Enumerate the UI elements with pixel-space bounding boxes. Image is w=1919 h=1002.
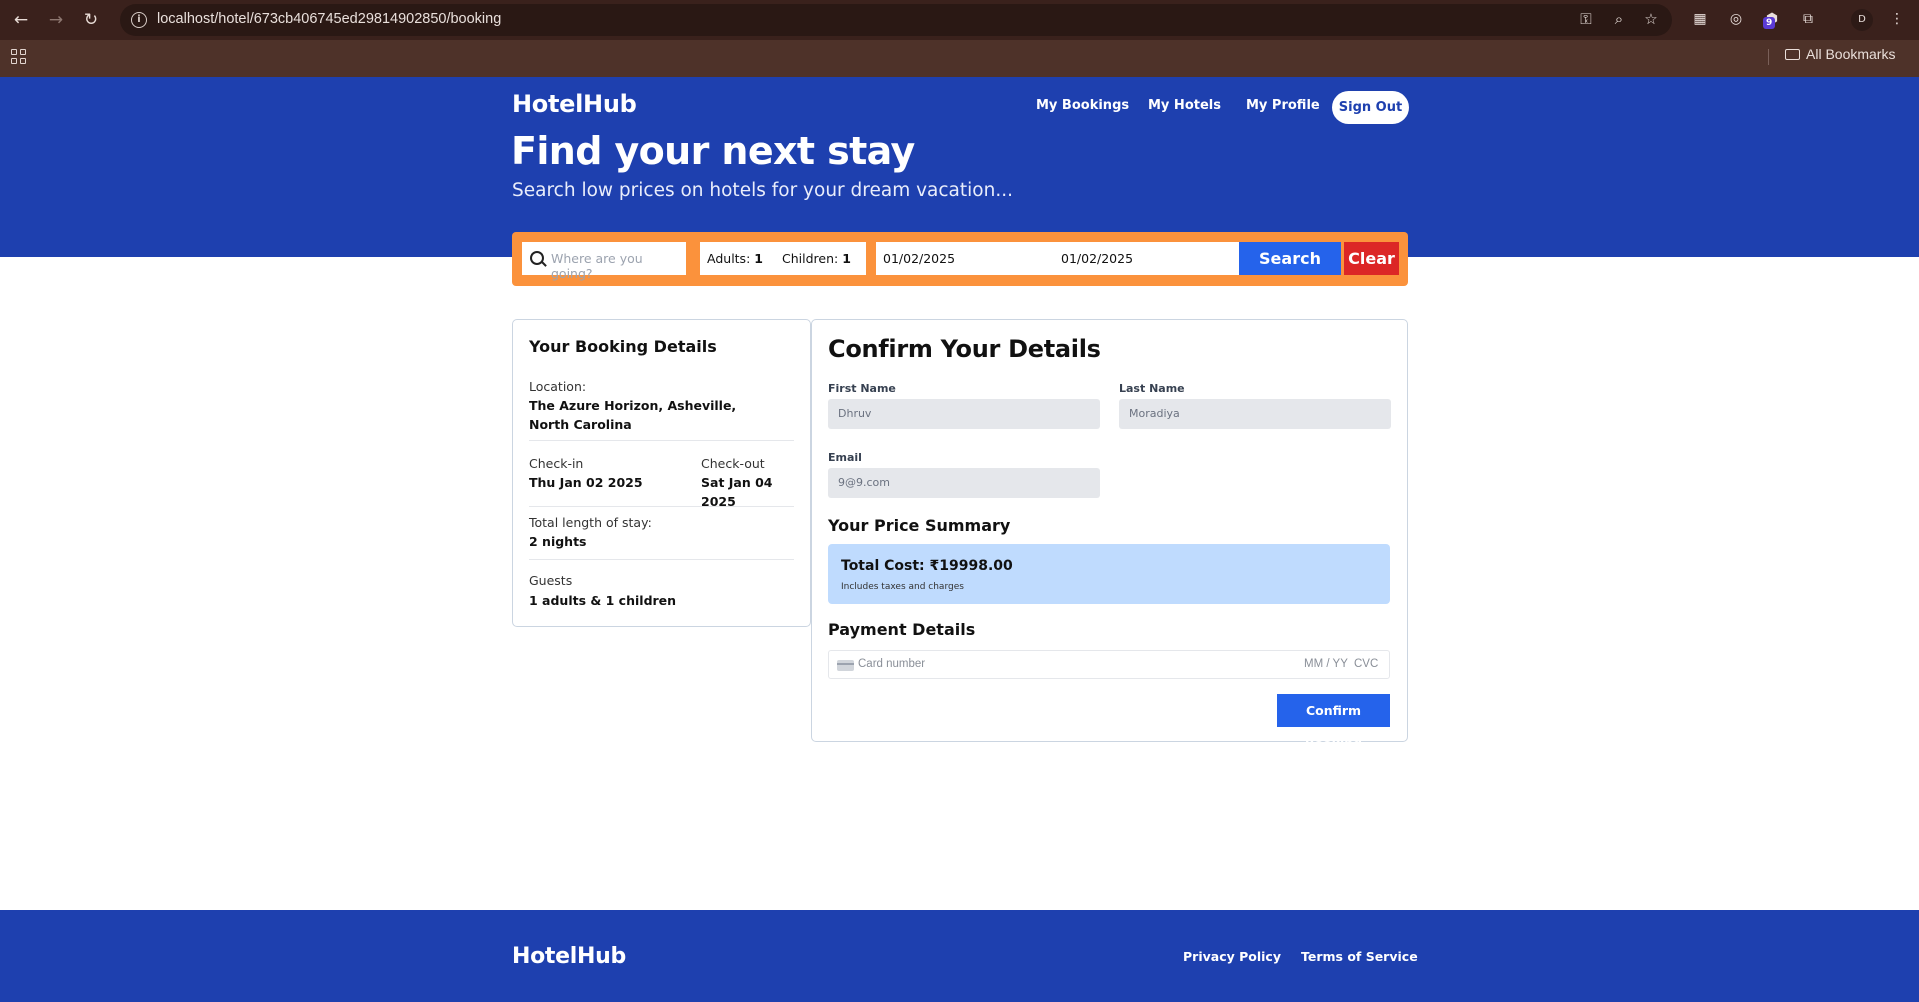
star-icon[interactable]: ☆ — [1640, 10, 1662, 28]
confirm-heading: Confirm Your Details — [828, 335, 1101, 363]
expiry-placeholder[interactable]: MM / YY — [1304, 658, 1348, 670]
key-icon[interactable]: ⚿ — [1575, 10, 1597, 28]
destination-input[interactable]: Where are you going? — [522, 242, 686, 281]
search-icon — [530, 251, 544, 265]
hero-banner — [0, 77, 1919, 257]
browser-toolbar: ← → ↻ i localhost/hotel/673cb406745ed298… — [0, 0, 1919, 40]
privacy-policy-link[interactable]: Privacy Policy — [1183, 949, 1281, 964]
divider — [529, 506, 794, 507]
adults-label: Adults: — [707, 251, 751, 266]
card-number-input[interactable]: Card number MM / YY CVC — [828, 650, 1390, 679]
site-footer — [0, 910, 1919, 1002]
total-cost: Total Cost: ₹19998.00 — [841, 558, 1013, 574]
confirm-booking-button[interactable]: Confirm Booking — [1277, 694, 1390, 751]
address-bar[interactable]: i localhost/hotel/673cb406745ed298149028… — [120, 4, 1672, 36]
last-name-label: Last Name — [1119, 382, 1185, 395]
price-summary-box: Total Cost: ₹19998.00 Includes taxes and… — [828, 544, 1390, 604]
nav-my-hotels[interactable]: My Hotels — [1148, 98, 1221, 113]
children-label: Children: — [782, 251, 839, 266]
puzzle-icon[interactable]: ⧉ — [1798, 9, 1818, 29]
confirm-details-card: Confirm Your Details First Name Dhruv La… — [811, 319, 1408, 751]
price-note: Includes taxes and charges — [841, 582, 964, 592]
booking-details-heading: Your Booking Details — [529, 337, 717, 356]
checkout-date-value: 01/02/2025 — [1061, 251, 1134, 266]
nav-my-profile[interactable]: My Profile — [1246, 98, 1320, 113]
price-summary-heading: Your Price Summary — [828, 516, 1011, 535]
divider — [529, 559, 794, 560]
length-value: 2 nights — [529, 534, 587, 549]
destination-placeholder: Where are you going? — [551, 251, 643, 281]
bookmarks-bar — [0, 40, 1919, 77]
children-field[interactable]: Children: 1 — [782, 251, 851, 266]
children-value[interactable]: 1 — [842, 251, 851, 266]
email-label: Email — [828, 451, 862, 464]
guest-counts: Adults: 1 Children: 1 — [700, 242, 866, 275]
divider — [529, 440, 794, 441]
checkin-label: Check-in — [529, 456, 584, 471]
search-bar: Where are you going? Adults: 1 Children:… — [512, 232, 1408, 286]
email-field[interactable]: 9@9.com — [828, 468, 1100, 498]
back-icon[interactable]: ← — [9, 8, 33, 32]
terms-of-service-link[interactable]: Terms of Service — [1301, 949, 1418, 964]
checkout-label: Check-out — [701, 456, 765, 471]
location-label: Location: — [529, 379, 587, 394]
cvc-placeholder[interactable]: CVC — [1354, 658, 1378, 670]
reload-icon[interactable]: ↻ — [79, 8, 103, 32]
checkin-date-value: 01/02/2025 — [883, 251, 956, 266]
forward-icon[interactable]: → — [44, 8, 68, 32]
bookmarks-divider — [1768, 49, 1769, 65]
site-logo[interactable]: HotelHub — [512, 90, 637, 118]
url-text[interactable]: localhost/hotel/673cb406745ed29814902850… — [157, 11, 501, 27]
first-name-field[interactable]: Dhruv — [828, 399, 1100, 429]
extension-icon[interactable]: ◎ — [1726, 9, 1746, 29]
profile-avatar[interactable]: D — [1851, 9, 1873, 31]
footer-logo[interactable]: HotelHub — [512, 944, 626, 969]
all-bookmarks-label: All Bookmarks — [1806, 46, 1896, 62]
adults-value[interactable]: 1 — [754, 251, 763, 266]
site-info-icon[interactable]: i — [131, 12, 147, 28]
length-label: Total length of stay: — [529, 515, 652, 530]
all-bookmarks[interactable]: All Bookmarks — [1785, 46, 1895, 62]
hero-title: Find your next stay — [511, 129, 915, 173]
extension-badge: 9 — [1763, 17, 1776, 29]
card-number-placeholder: Card number — [858, 658, 926, 670]
sign-out-button[interactable]: Sign Out — [1332, 91, 1409, 124]
location-value: The Azure Horizon, Asheville, North Caro… — [529, 398, 737, 432]
zoom-icon[interactable]: ⌕ — [1608, 10, 1630, 28]
nav-my-bookings[interactable]: My Bookings — [1036, 98, 1129, 113]
menu-icon[interactable]: ⋮ — [1887, 9, 1907, 29]
extension-icon[interactable]: ▦ — [1690, 9, 1710, 29]
booking-details-card: Your Booking Details Location: The Azure… — [512, 319, 811, 627]
folder-icon — [1785, 49, 1800, 60]
clear-button[interactable]: Clear — [1344, 242, 1399, 275]
apps-icon[interactable] — [11, 49, 27, 65]
guests-label: Guests — [529, 573, 573, 588]
last-name-field[interactable]: Moradiya — [1119, 399, 1391, 429]
guests-value: 1 adults & 1 children — [529, 593, 677, 608]
checkin-value: Thu Jan 02 2025 — [529, 475, 643, 490]
hero-subtitle: Search low prices on hotels for your dre… — [512, 180, 1013, 201]
payment-details-heading: Payment Details — [828, 620, 976, 639]
checkout-date-input[interactable]: 01/02/2025 — [1054, 242, 1239, 275]
adults-field[interactable]: Adults: 1 — [707, 251, 763, 266]
first-name-label: First Name — [828, 382, 896, 395]
search-button[interactable]: Search — [1239, 242, 1341, 275]
card-icon — [837, 660, 854, 671]
checkin-date-input[interactable]: 01/02/2025 — [876, 242, 1056, 275]
